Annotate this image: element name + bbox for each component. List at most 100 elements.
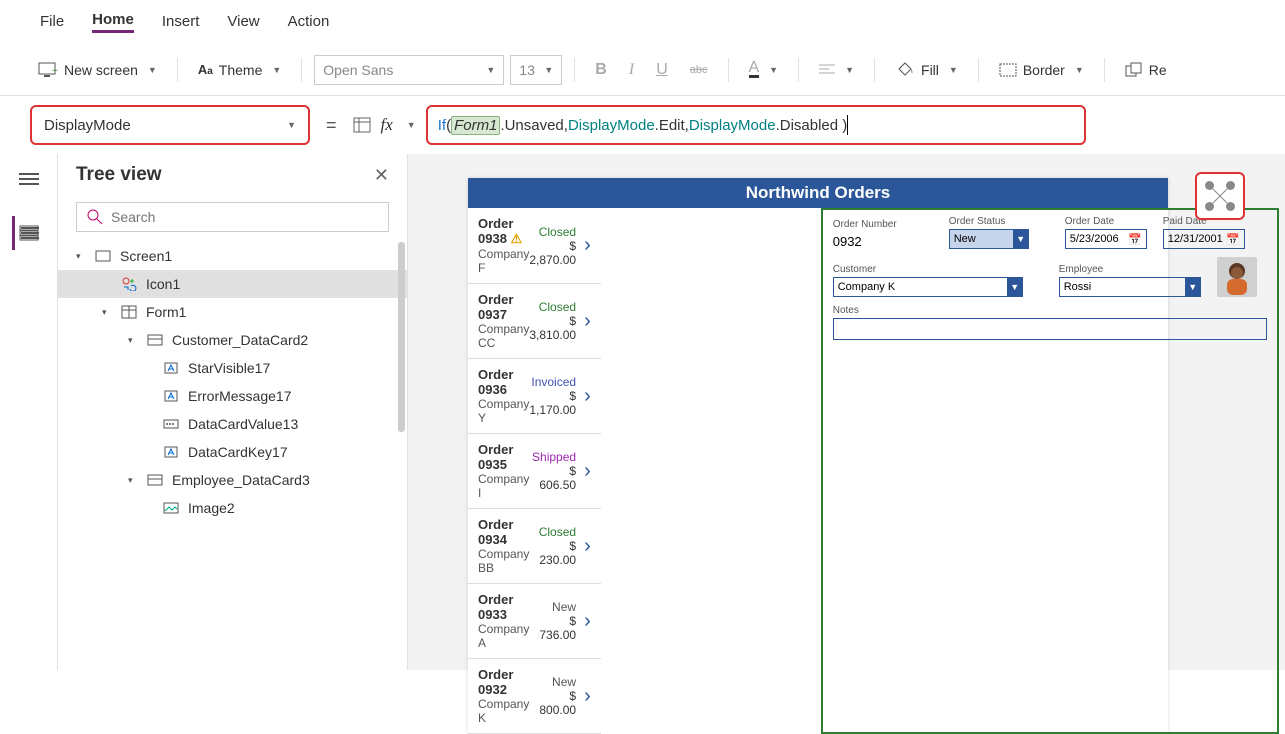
menu-view[interactable]: View (227, 13, 259, 30)
reorder-button[interactable]: Re (1117, 58, 1175, 82)
tree-nodes: ▾ Screen1 Icon1 ▾ Form1 ▾ Customer_DataC… (58, 242, 407, 670)
label-icon (162, 362, 180, 374)
app-title-bar: Northwind Orders (468, 178, 1168, 208)
fill-button[interactable]: Fill▼ (887, 57, 966, 83)
align-icon (819, 63, 835, 77)
search-input[interactable] (111, 209, 378, 225)
notes-input[interactable] (833, 318, 1267, 340)
chevron-right-icon: › (584, 385, 591, 408)
chevron-right-icon: › (584, 310, 591, 333)
tree-node-form1[interactable]: ▾ Form1 (58, 298, 407, 326)
employee-select[interactable]: Rossi▼ (1059, 277, 1201, 297)
paid-date-input[interactable]: 12/31/2001📅 (1163, 229, 1245, 249)
form-icon (120, 305, 138, 319)
fill-icon (895, 61, 915, 79)
tree-node-icon1[interactable]: Icon1 (58, 270, 407, 298)
notes-label: Notes (833, 305, 1267, 316)
strikethrough-button[interactable]: abc (682, 60, 716, 80)
gallery-item[interactable]: Order 0932Company KNew$ 800.00› (468, 659, 601, 734)
ribbon-toolbar: + New screen▼ Aa Theme▼ Open Sans▼ 13▼ B… (0, 44, 1285, 96)
equals-sign: = (326, 115, 337, 136)
employee-label: Employee (1059, 264, 1201, 275)
gallery-item[interactable]: Order 0934Company BBClosed$ 230.00› (468, 509, 601, 584)
combobox-icon (162, 419, 180, 429)
tree-node-starvisible[interactable]: StarVisible17 (58, 354, 407, 382)
formula-input[interactable]: If( Form1.Unsaved, DisplayMode.Edit, Dis… (426, 105, 1086, 145)
chevron-right-icon: › (584, 535, 591, 558)
fx-button[interactable] (353, 117, 371, 133)
gallery-item[interactable]: Order 0938 ⚠Company FClosed$ 2,870.00› (468, 208, 601, 284)
screen-icon: + (38, 62, 58, 78)
tree-search[interactable] (76, 202, 389, 232)
label-icon (162, 390, 180, 402)
datacard-icon (146, 474, 164, 486)
property-selector[interactable]: DisplayMode ▼ (30, 105, 310, 145)
app-preview: Northwind Orders Order 0938 ⚠Company FCl… (468, 178, 1168, 734)
datacard-icon (146, 334, 164, 346)
gallery-item[interactable]: Order 0936Company YInvoiced$ 1,170.00› (468, 359, 601, 434)
tree-node-screen1[interactable]: ▾ Screen1 (58, 242, 407, 270)
order-status-select[interactable]: New▼ (949, 229, 1029, 249)
table-icon (353, 117, 371, 133)
warning-icon: ⚠ (511, 231, 523, 246)
edit-form: Order Number 0932 Order Status New▼ Orde… (821, 208, 1279, 734)
left-rail (0, 154, 58, 670)
gallery-item[interactable]: Order 0937Company CCClosed$ 3,810.00› (468, 284, 601, 359)
tree-node-image2[interactable]: Image2 (58, 494, 407, 522)
tree-node-datacardkey[interactable]: DataCardKey17 (58, 438, 407, 466)
new-screen-button[interactable]: + New screen▼ (30, 58, 165, 82)
order-date-label: Order Date (1065, 216, 1147, 227)
theme-button[interactable]: Aa Theme▼ (190, 58, 289, 82)
menu-insert[interactable]: Insert (162, 13, 200, 30)
image-icon (162, 502, 180, 514)
menu-bar: File Home Insert View Action (0, 0, 1285, 44)
tree-node-errormessage[interactable]: ErrorMessage17 (58, 382, 407, 410)
rail-hamburger[interactable] (12, 162, 46, 196)
label-icon (162, 446, 180, 458)
customer-label: Customer (833, 264, 1023, 275)
chevron-right-icon: › (584, 234, 591, 257)
font-size-select[interactable]: 13▼ (510, 55, 562, 85)
tree-node-customer-card[interactable]: ▾ Customer_DataCard2 (58, 326, 407, 354)
tree-node-employee-card[interactable]: ▾ Employee_DataCard3 (58, 466, 407, 494)
formula-bar: DisplayMode ▼ = fx▼ If( Form1.Unsaved, D… (0, 96, 1285, 154)
order-number-value: 0932 (833, 232, 933, 249)
chevron-right-icon: › (584, 460, 591, 483)
main-area: Tree view ✕ ▾ Screen1 Icon1 ▾ Form1 (0, 154, 1285, 670)
menu-file[interactable]: File (40, 13, 64, 30)
reorder-icon (1125, 62, 1143, 78)
svg-text:+: + (52, 66, 58, 77)
tree-view-title: Tree view (76, 164, 162, 186)
calendar-icon: 📅 (1226, 233, 1240, 246)
menu-action[interactable]: Action (288, 13, 330, 30)
font-family-select[interactable]: Open Sans▼ (314, 55, 504, 85)
tree-node-datacardvalue[interactable]: DataCardValue13 (58, 410, 407, 438)
order-number-label: Order Number (833, 219, 933, 230)
close-panel-icon[interactable]: ✕ (374, 165, 389, 186)
order-date-input[interactable]: 5/23/2006📅 (1065, 229, 1147, 249)
align-button[interactable]: ▼ (811, 59, 862, 81)
border-button[interactable]: Border▼ (991, 58, 1092, 82)
customer-select[interactable]: Company K▼ (833, 277, 1023, 297)
underline-button[interactable]: U (648, 57, 676, 83)
fx-label: fx (381, 115, 393, 135)
rail-tree-view[interactable] (12, 216, 46, 250)
font-color-button[interactable]: A▼ (741, 57, 787, 82)
employee-avatar (1217, 257, 1257, 297)
chevron-right-icon: › (584, 685, 591, 708)
tree-scrollbar[interactable] (398, 242, 405, 432)
tree-view-panel: Tree view ✕ ▾ Screen1 Icon1 ▾ Form1 (58, 154, 408, 670)
italic-button[interactable]: I (621, 57, 642, 83)
icon-node-icon (120, 277, 138, 291)
selected-icon-control[interactable] (1195, 172, 1245, 220)
bold-button[interactable]: B (587, 57, 615, 83)
theme-aa-icon: Aa (198, 62, 213, 77)
screen-icon (94, 250, 112, 262)
chevron-right-icon: › (584, 610, 591, 633)
gallery-item[interactable]: Order 0933Company ANew$ 736.00› (468, 584, 601, 659)
search-icon (87, 209, 103, 225)
gallery-item[interactable]: Order 0935Company IShipped$ 606.50› (468, 434, 601, 509)
order-gallery[interactable]: Order 0938 ⚠Company FClosed$ 2,870.00›Or… (468, 208, 601, 734)
order-status-label: Order Status (949, 216, 1029, 227)
menu-home[interactable]: Home (92, 11, 134, 33)
